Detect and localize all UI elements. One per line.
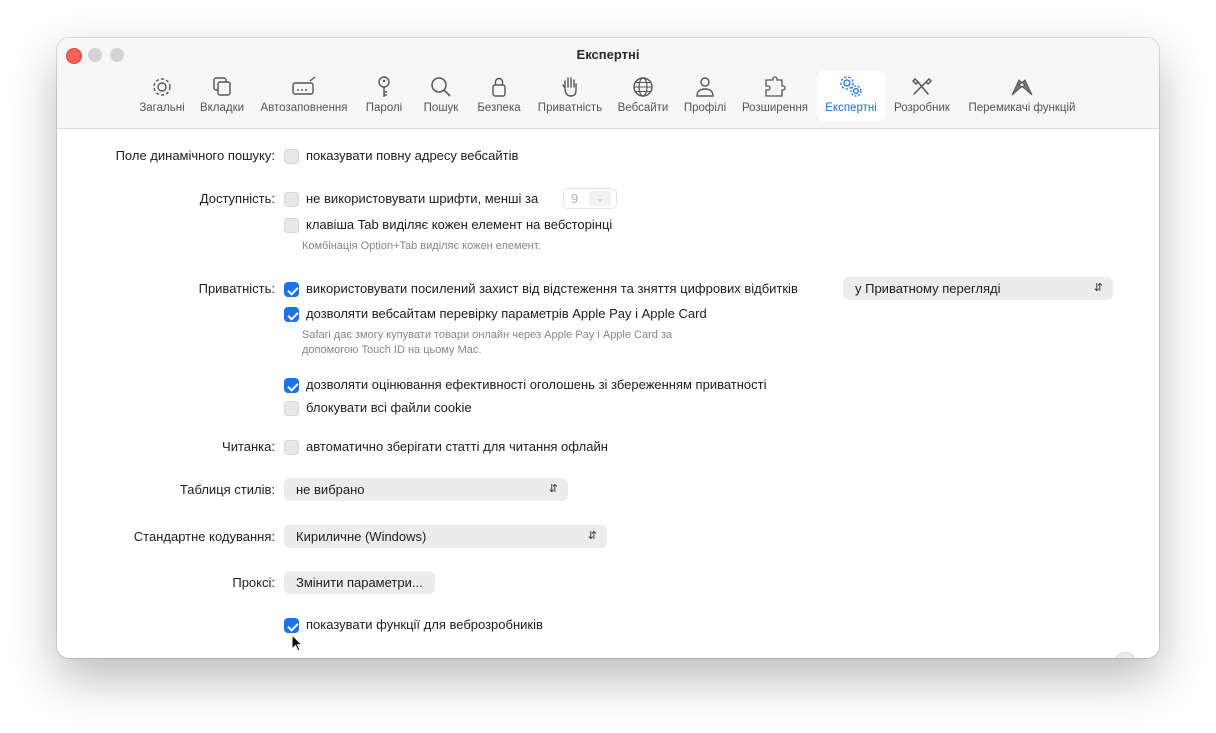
tab-search[interactable]: Пошук xyxy=(415,71,467,121)
tracking-protection-select[interactable]: у Приватному перегляді ⇵ xyxy=(843,277,1113,300)
apple-pay-label: дозволяти вебсайтам перевірку параметрів… xyxy=(306,306,707,321)
tracking-protection-checkbox[interactable] xyxy=(284,282,299,297)
key-icon xyxy=(371,75,397,99)
puzzle-icon xyxy=(762,75,788,99)
apple-pay-checkbox[interactable] xyxy=(284,307,299,322)
apple-pay-help-line: допомогою Touch ID на цьому Mac. xyxy=(302,344,482,356)
tab-highlight-checkbox[interactable] xyxy=(284,218,299,233)
preferences-window: Експертні Загальні Вкладки Автозаповненн… xyxy=(57,38,1159,658)
save-offline-label: автоматично зберігати статті для читання… xyxy=(306,439,608,454)
gear-icon xyxy=(149,75,175,99)
tabs-icon xyxy=(209,75,235,99)
privacy-label: Приватність: xyxy=(198,281,275,296)
accessibility-label: Доступність: xyxy=(199,191,275,206)
show-full-address-label: показувати повну адресу вебсайтів xyxy=(306,148,519,163)
tab-websites[interactable]: Вебсайти xyxy=(613,71,673,121)
tab-label: Безпека xyxy=(477,102,521,114)
chevron-updown-icon: ⇵ xyxy=(587,530,597,542)
mouse-cursor-icon xyxy=(291,634,303,652)
search-icon xyxy=(428,75,454,99)
min-font-size-select[interactable]: 9 ⌄ xyxy=(563,188,617,209)
tab-label: Загальні xyxy=(139,102,185,114)
tab-label: Профілі xyxy=(683,102,727,114)
block-cookies-label: блокувати всі файли cookie xyxy=(306,400,472,415)
tab-highlight-help: Комбінація Option+Tab виділяє кожен елем… xyxy=(302,240,541,252)
proxies-label: Проксі: xyxy=(232,575,275,590)
tab-label: Експертні xyxy=(825,102,877,114)
min-font-checkbox[interactable] xyxy=(284,192,299,207)
hand-icon xyxy=(557,75,583,99)
tab-passwords[interactable]: Паролі xyxy=(359,71,409,121)
stylesheet-select[interactable]: не вибрано ⇵ xyxy=(284,478,568,501)
tab-profiles[interactable]: Профілі xyxy=(679,71,731,121)
tracking-protection-value: у Приватному перегляді xyxy=(855,281,1001,296)
tracking-protection-label: використовувати посилений захист від від… xyxy=(306,281,798,296)
tab-label: Розробник xyxy=(894,102,950,114)
save-offline-checkbox[interactable] xyxy=(284,440,299,455)
autofill-icon xyxy=(291,75,317,99)
chevron-down-icon: ⌄ xyxy=(589,191,611,206)
encoding-select[interactable]: Кириличне (Windows) ⇵ xyxy=(284,525,607,548)
stylesheet-value: не вибрано xyxy=(296,482,365,497)
tab-security[interactable]: Безпека xyxy=(471,71,527,121)
tab-tabs[interactable]: Вкладки xyxy=(195,71,249,121)
person-icon xyxy=(692,75,718,99)
stylesheet-label: Таблиця стилів: xyxy=(179,482,275,497)
tab-extensions[interactable]: Розширення xyxy=(737,71,813,121)
block-cookies-checkbox[interactable] xyxy=(284,401,299,416)
show-developer-features-checkbox[interactable] xyxy=(284,618,299,633)
chevron-updown-icon: ⇵ xyxy=(548,483,558,495)
smart-search-label: Поле динамічного пошуку: xyxy=(115,148,275,163)
tab-general[interactable]: Загальні xyxy=(135,71,189,121)
ad-measurement-label: дозволяти оцінювання ефективності оголош… xyxy=(306,377,767,392)
change-proxy-settings-button[interactable]: Змінити параметри... xyxy=(284,571,435,594)
tab-label: Перемикачі функцій xyxy=(968,102,1076,114)
show-full-address-checkbox[interactable] xyxy=(284,149,299,164)
chevron-updown-icon: ⇵ xyxy=(1093,282,1103,294)
tab-label: Приватність xyxy=(537,102,603,114)
apple-pay-help: Safari дає змогу купувати товари онлайн … xyxy=(302,328,672,358)
encoding-value: Кириличне (Windows) xyxy=(296,529,427,544)
tab-autofill[interactable]: Автозаповнення xyxy=(255,71,353,121)
min-font-size-value: 9 xyxy=(571,191,579,206)
show-developer-features-label: показувати функції для веброзробників xyxy=(306,617,543,632)
ad-measurement-checkbox[interactable] xyxy=(284,378,299,393)
apple-pay-help-line: Safari дає змогу купувати товари онлайн … xyxy=(302,329,673,341)
tools-icon xyxy=(909,75,935,99)
tab-feature-flags[interactable]: Перемикачі функцій xyxy=(961,71,1083,121)
help-button[interactable]: ? xyxy=(1114,652,1136,658)
tab-highlight-label: клавіша Tab виділяє кожен елемент на веб… xyxy=(306,217,613,232)
tab-advanced[interactable]: Експертні xyxy=(817,71,885,121)
tab-label: Розширення xyxy=(741,102,809,114)
tab-label: Вебсайти xyxy=(617,102,669,114)
tab-label: Автозаповнення xyxy=(260,102,348,114)
tab-privacy[interactable]: Приватність xyxy=(531,71,609,121)
tab-developer[interactable]: Розробник xyxy=(889,71,955,121)
lock-icon xyxy=(486,75,512,99)
flags-icon xyxy=(1009,75,1035,99)
gears-icon xyxy=(838,75,864,99)
reader-label: Читанка: xyxy=(222,439,275,454)
window-title: Експертні xyxy=(576,47,640,62)
settings-content: Поле динамічного пошуку: показувати повн… xyxy=(57,129,1159,658)
tab-label: Пошук xyxy=(423,102,459,114)
encoding-label: Стандартне кодування: xyxy=(133,529,275,544)
tab-label: Паролі xyxy=(365,102,403,114)
globe-icon xyxy=(630,75,656,99)
tab-label: Вкладки xyxy=(199,102,245,114)
toolbar: Експертні Загальні Вкладки Автозаповненн… xyxy=(57,38,1159,129)
min-font-label: не використовувати шрифти, менші за xyxy=(306,191,539,206)
